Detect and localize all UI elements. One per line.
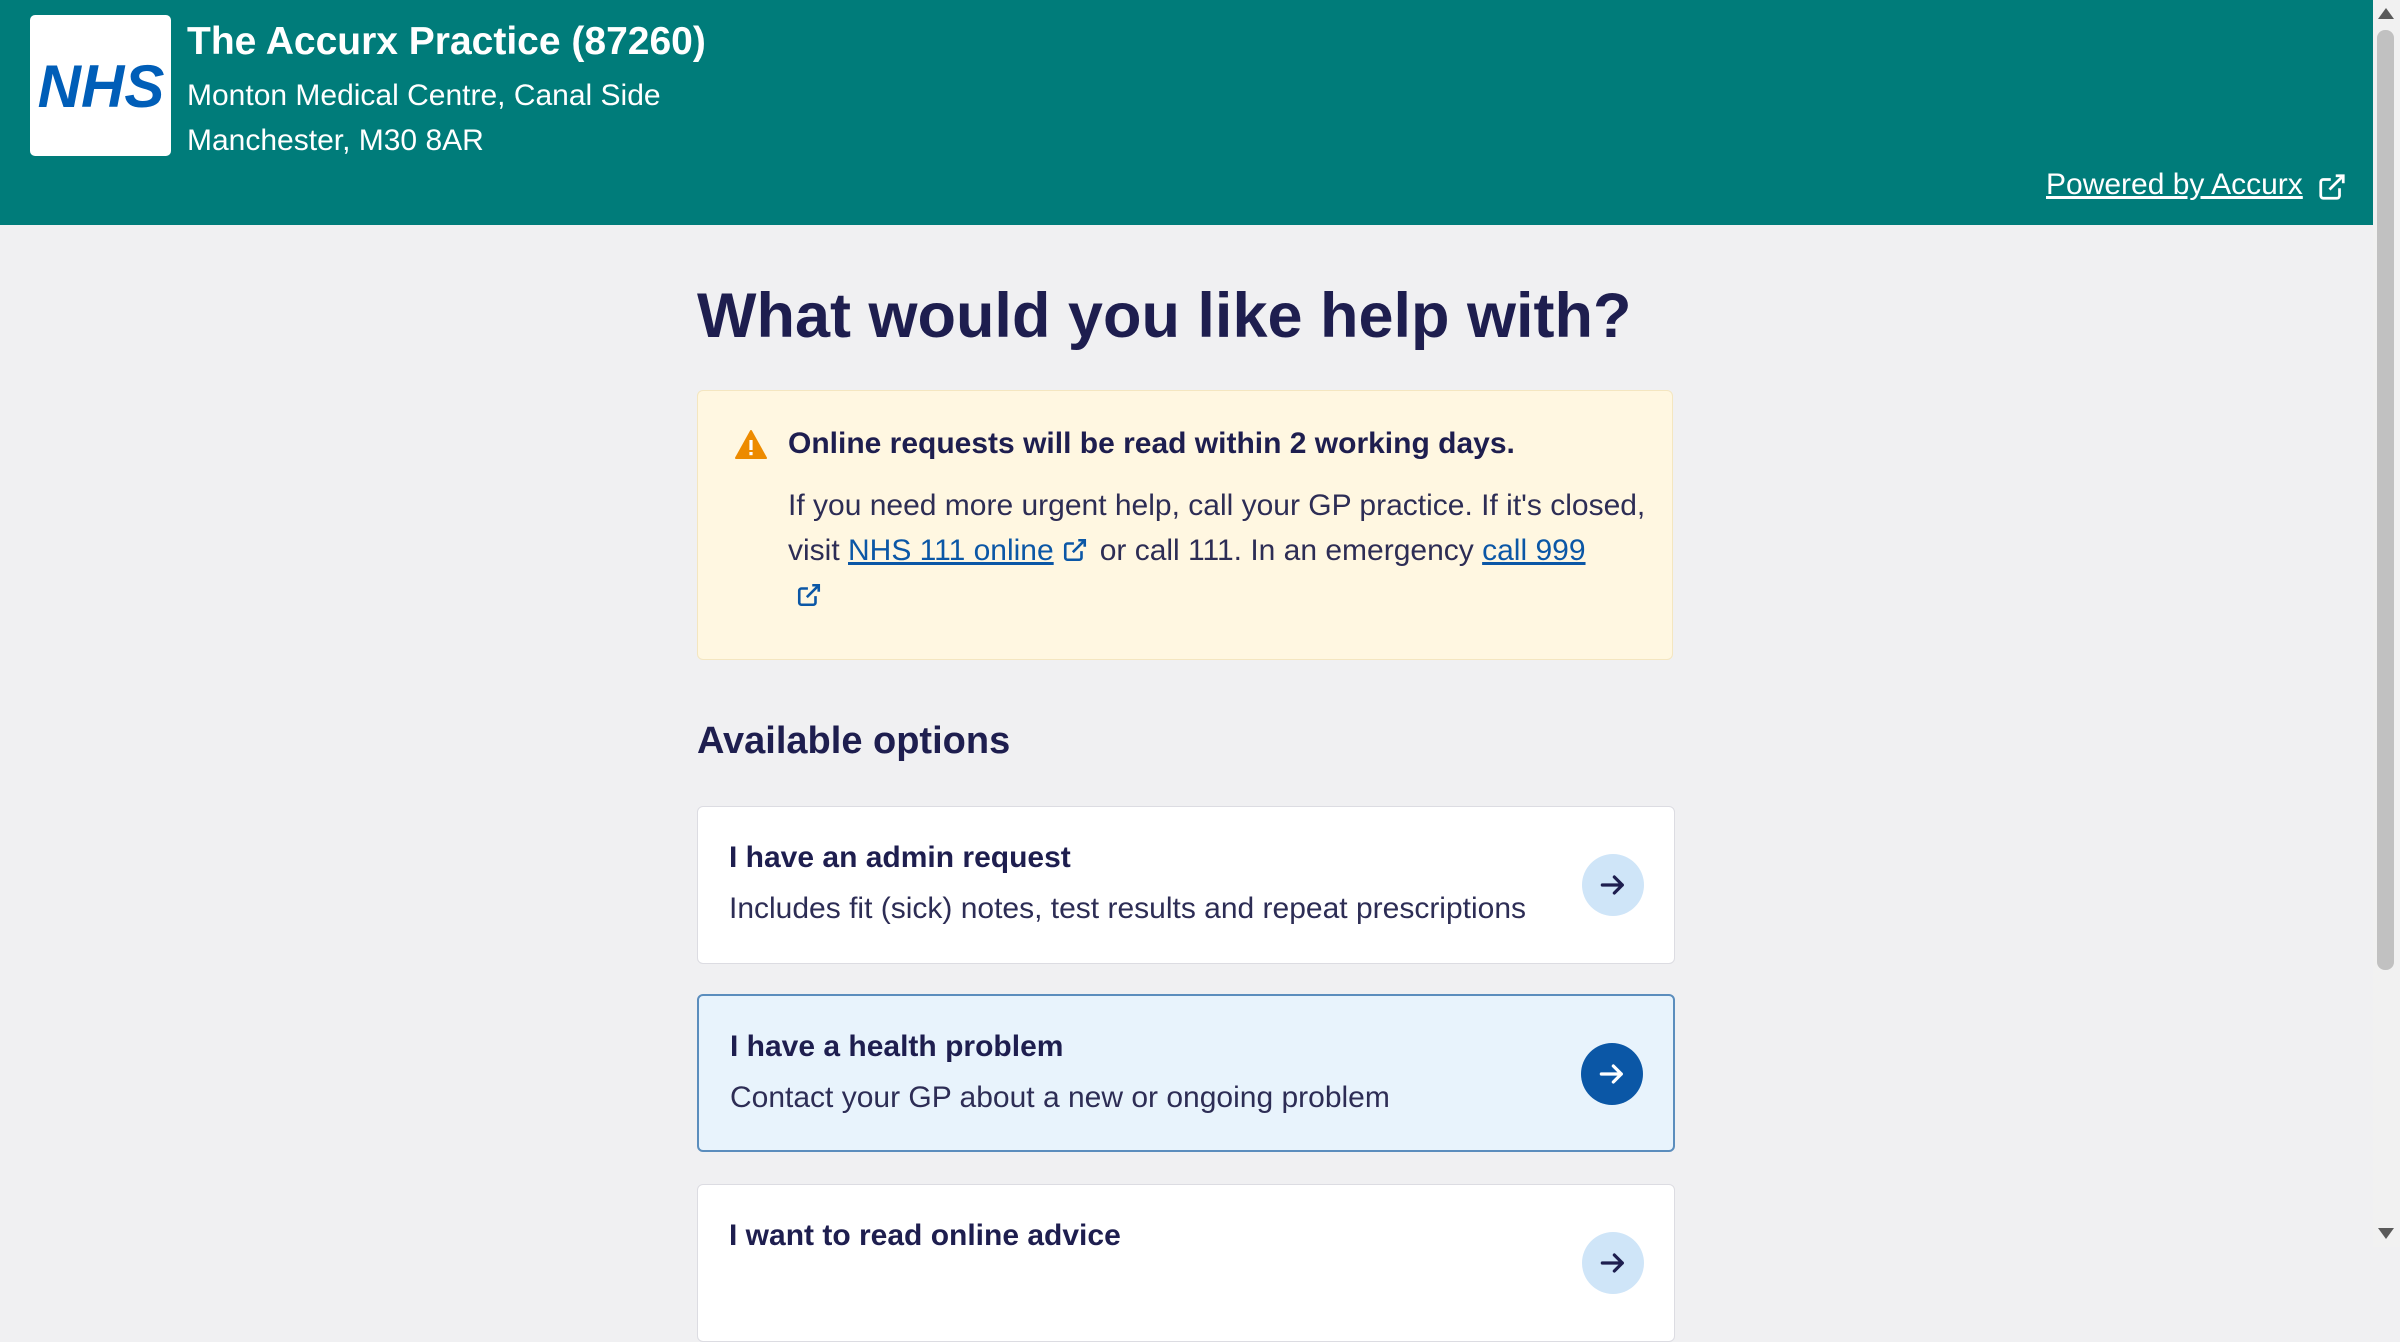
option-health-problem[interactable]: I have a health problem Contact your GP … — [697, 994, 1675, 1152]
scrollbar-thumb[interactable] — [2377, 30, 2394, 970]
option-admin-request[interactable]: I have an admin request Includes fit (si… — [697, 806, 1675, 964]
warning-text-part2: or call 111. In an emergency — [1099, 534, 1483, 567]
svg-text:NHS: NHS — [37, 55, 164, 117]
external-link-icon — [2319, 174, 2345, 200]
page-title: What would you like help with? — [697, 281, 1632, 351]
warning-triangle-icon — [735, 430, 767, 459]
powered-by-accurx-link[interactable]: Powered by Accurx — [2046, 168, 2303, 202]
practice-address-line1: Monton Medical Centre, Canal Side — [187, 79, 661, 112]
call-999-link[interactable]: call 999 — [1482, 534, 1585, 567]
option-description: Contact your GP about a new or ongoing p… — [730, 1081, 1390, 1114]
available-options-heading: Available options — [697, 720, 1011, 762]
option-title: I want to read online advice — [729, 1219, 1121, 1252]
practice-header: NHS The Accurx Practice (87260) Monton M… — [0, 0, 2373, 225]
external-link-icon — [797, 583, 821, 607]
option-title: I have an admin request — [729, 841, 1071, 874]
arrow-right-icon — [1581, 1043, 1643, 1105]
warning-title: Online requests will be read within 2 wo… — [788, 427, 1515, 460]
option-online-advice[interactable]: I want to read online advice — [697, 1184, 1675, 1342]
nhs-logo: NHS — [30, 15, 171, 156]
warning-callout: Online requests will be read within 2 wo… — [697, 390, 1673, 660]
nhs-logo-mark: NHS — [37, 55, 164, 117]
external-link-icon — [1063, 538, 1086, 562]
warning-body: If you need more urgent help, call your … — [788, 483, 1648, 618]
scroll-down-arrow-icon[interactable] — [2378, 1228, 2394, 1239]
option-title: I have a health problem — [730, 1030, 1064, 1063]
practice-name: The Accurx Practice (87260) — [187, 20, 706, 63]
option-description: Includes fit (sick) notes, test results … — [729, 892, 1527, 925]
arrow-right-icon — [1582, 1232, 1644, 1294]
nhs-111-online-link[interactable]: NHS 111 online — [848, 534, 1054, 567]
page-scrollbar[interactable] — [2373, 0, 2400, 1247]
scroll-up-arrow-icon[interactable] — [2378, 8, 2394, 19]
practice-address-line2: Manchester, M30 8AR — [187, 124, 484, 157]
arrow-right-icon — [1582, 854, 1644, 916]
